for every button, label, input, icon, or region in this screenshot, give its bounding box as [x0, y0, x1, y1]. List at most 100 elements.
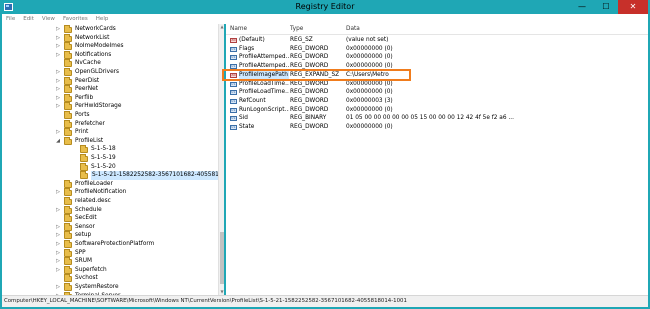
minimize-button[interactable]: — — [570, 0, 594, 14]
expand-arrow-icon[interactable]: ▷ — [55, 206, 61, 215]
tree-item-label: SoftwareProtectionPlatform — [75, 241, 155, 247]
value-data: 0x00000000 (0) — [346, 45, 393, 52]
window-title: Registry Editor — [295, 2, 355, 11]
value-data: 0x00000000 (0) — [346, 106, 393, 113]
value-row[interactable]: 01 RunLogonScript... REG_DWORD 0x00000000 (… — [226, 106, 648, 115]
title-bar[interactable]: Registry Editor — ☐ ✕ — [0, 0, 650, 14]
folder-icon — [80, 145, 88, 154]
value-row[interactable]: 01 Sid REG_BINARY 01 05 00 00 00 00 00 05 1… — [226, 114, 648, 123]
folder-icon — [64, 274, 72, 283]
folder-icon — [64, 85, 72, 94]
menu-help[interactable]: Help — [96, 16, 109, 22]
value-type: REG_DWORD — [290, 45, 329, 52]
value-name: ProfileAttemped... — [239, 54, 289, 61]
folder-icon — [80, 154, 88, 162]
folder-icon — [80, 162, 88, 171]
expand-arrow-icon[interactable]: ▷ — [55, 266, 61, 275]
folder-icon — [64, 50, 72, 59]
menu-view[interactable]: View — [42, 16, 55, 22]
folder-icon — [64, 257, 72, 266]
value-name: (Default) — [239, 37, 265, 43]
value-type: REG_DWORD — [290, 89, 329, 96]
folder-icon — [64, 119, 72, 128]
binary-value-icon: 01 — [230, 125, 237, 130]
value-type: REG_DWORD — [290, 97, 329, 104]
registry-editor-window: Registry Editor — ☐ ✕ File Edit View Fav… — [0, 0, 650, 309]
folder-icon — [64, 33, 72, 42]
value-data: 0x00000000 (0) — [346, 124, 393, 130]
expand-arrow-icon[interactable]: ▷ — [55, 102, 61, 111]
folder-icon — [64, 188, 72, 197]
value-name: Flags — [239, 45, 255, 52]
value-row[interactable]: 01 Flags REG_DWORD 0x00000000 (0) — [226, 45, 648, 54]
folder-icon — [64, 240, 72, 248]
value-name: State — [239, 124, 255, 130]
value-data: 0x00000000 (0) — [346, 54, 393, 61]
value-name: ProfileLoadTime... — [239, 89, 289, 96]
expand-arrow-icon[interactable]: ▷ — [55, 51, 61, 60]
binary-value-icon: 01 — [230, 81, 237, 87]
column-header-type[interactable]: Type — [290, 26, 303, 32]
binary-value-icon: 01 — [230, 116, 237, 122]
value-name: Sid — [239, 115, 248, 122]
folder-icon — [64, 197, 72, 205]
folder-icon — [64, 231, 72, 240]
status-bar-key-path: Computer\HKEY_LOCAL_MACHINE\SOFTWARE\Mic… — [2, 295, 648, 307]
value-name: RefCount — [239, 97, 266, 104]
value-type: REG_DWORD — [290, 106, 329, 113]
value-row[interactable]: 01 ProfileAttemped... REG_DWORD 0x00000000 … — [226, 53, 648, 62]
menu-favorites[interactable]: Favorites — [63, 16, 88, 22]
folder-icon — [64, 42, 72, 51]
folder-icon — [64, 76, 72, 85]
folder-icon — [64, 102, 72, 111]
menu-file[interactable]: File — [6, 16, 15, 22]
value-row[interactable]: 01 RefCount REG_DWORD 0x00000003 (3) — [226, 97, 648, 106]
value-row[interactable]: 01 ProfileLoadTime... REG_DWORD 0x00000000 … — [226, 88, 648, 97]
value-data: 01 05 00 00 00 00 00 05 15 00 00 00 12 4… — [346, 115, 514, 122]
value-type: REG_DWORD — [290, 124, 329, 130]
binary-value-icon: 01 — [230, 90, 237, 96]
expand-arrow-icon[interactable]: ◢ — [55, 137, 61, 146]
binary-value-icon: 01 — [230, 46, 237, 52]
value-row[interactable]: 01 State REG_DWORD 0x00000000 (0) — [226, 123, 648, 132]
value-name: RunLogonScript... — [239, 106, 289, 113]
values-list-header: Name Type Data — [226, 24, 648, 35]
folder-icon — [64, 222, 72, 231]
maximize-button[interactable]: ☐ — [594, 0, 618, 14]
registry-values-list[interactable]: Name Type Data ab (Default) REG_SZ (value n… — [226, 24, 648, 295]
string-value-icon: ab — [230, 38, 237, 43]
folder-icon — [64, 128, 72, 137]
folder-icon — [64, 283, 72, 291]
scrollbar-thumb[interactable] — [220, 232, 224, 284]
tree-vertical-scrollbar[interactable]: ▲ ▼ — [218, 24, 224, 295]
folder-icon — [64, 59, 72, 68]
folder-icon — [80, 171, 88, 180]
value-data: 0x00000003 (3) — [346, 97, 393, 104]
folder-icon — [64, 248, 72, 257]
folder-icon — [64, 205, 72, 214]
folder-icon — [64, 25, 72, 33]
menu-bar: File Edit View Favorites Help — [2, 14, 648, 24]
folder-icon — [64, 214, 72, 223]
binary-value-icon: 01 — [230, 55, 237, 61]
expand-arrow-icon[interactable]: ▷ — [55, 188, 61, 197]
value-type: REG_SZ — [290, 37, 313, 43]
value-data: (value not set) — [346, 37, 389, 43]
value-row[interactable]: ab (Default) REG_SZ (value not set) — [226, 36, 648, 45]
scroll-up-arrow-icon[interactable]: ▲ — [219, 24, 225, 30]
column-header-name[interactable]: Name — [230, 26, 247, 32]
value-type: REG_DWORD — [290, 54, 329, 61]
binary-value-icon: 01 — [230, 98, 237, 104]
profile-image-path-highlight-box — [222, 69, 411, 81]
folder-icon — [64, 111, 72, 119]
folder-icon — [64, 93, 72, 102]
column-header-data[interactable]: Data — [346, 26, 360, 32]
binary-value-icon: 01 — [230, 107, 237, 113]
folder-icon — [64, 136, 72, 145]
folder-icon — [64, 179, 72, 188]
registry-key-tree[interactable]: ▷ NetworkCards ▷ NetworkList ▷ NoImeModeImes ▷… — [2, 24, 224, 295]
folder-icon — [64, 68, 72, 76]
value-data: 0x00000000 (0) — [346, 89, 393, 96]
close-button[interactable]: ✕ — [618, 0, 648, 14]
menu-edit[interactable]: Edit — [23, 16, 34, 22]
